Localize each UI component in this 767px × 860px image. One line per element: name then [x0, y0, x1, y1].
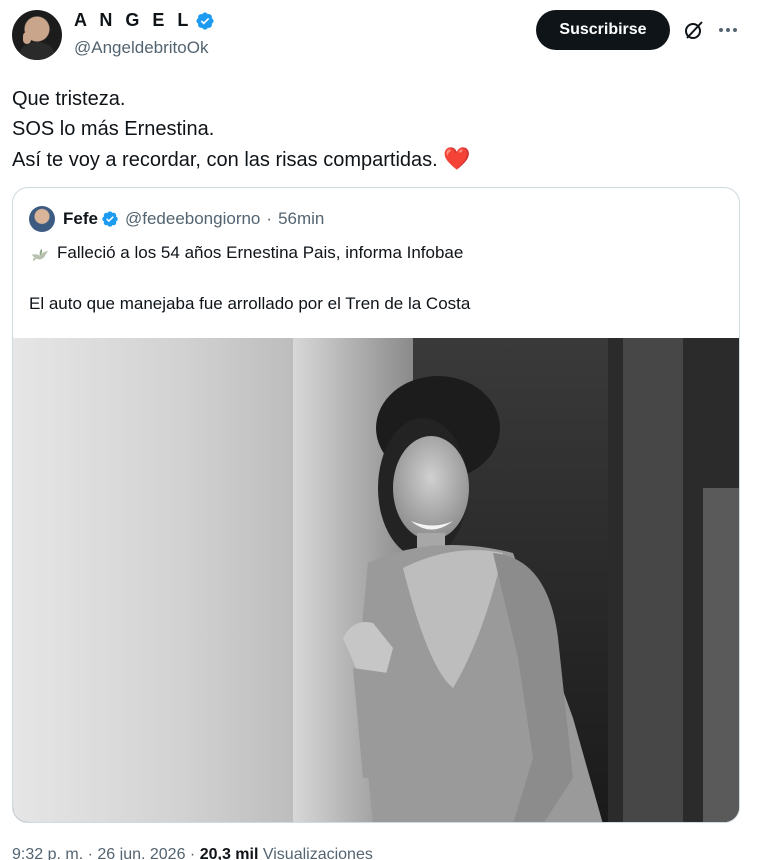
quoted-tweet[interactable]: Fefe @fedeebongiorno · 56min Falleció a …	[12, 187, 740, 823]
dove-emoji-icon	[31, 248, 49, 262]
heart-emoji: ❤️	[443, 146, 471, 171]
tweet-line-1: Que tristeza.	[12, 88, 126, 110]
meta-separator-2: ·	[189, 846, 196, 860]
grok-icon[interactable]	[682, 18, 706, 42]
tweet-header: A N G E L @AngeldebritoOk Suscribirse	[0, 0, 767, 70]
meta-separator-1: ·	[87, 846, 93, 860]
subscribe-button[interactable]: Suscribirse	[536, 10, 670, 50]
quoted-photo[interactable]	[13, 338, 740, 823]
quoted-time: 56min	[278, 209, 325, 228]
quoted-text-line-2: El auto que manejaba fue arrollado por e…	[29, 294, 471, 313]
tweet-line-2: SOS lo más Ernestina.	[12, 118, 215, 140]
tweet-time[interactable]: 9:32 p. m.	[12, 846, 83, 860]
quoted-text-line-1: Falleció a los 54 años Ernestina Pais, i…	[29, 242, 463, 264]
quoted-separator: ·	[266, 209, 273, 228]
author-avatar[interactable]	[12, 10, 62, 60]
quoted-avatar	[29, 206, 55, 232]
quoted-header: Fefe @fedeebongiorno · 56min	[29, 206, 324, 232]
tweet-body: Que tristeza. SOS lo más Ernestina. Así …	[12, 84, 471, 175]
author-name-row: A N G E L	[74, 10, 215, 31]
quoted-headline: Falleció a los 54 años Ernestina Pais, i…	[57, 243, 464, 262]
author-name[interactable]: A N G E L	[74, 10, 192, 31]
verified-badge-icon	[196, 11, 214, 30]
author-handle[interactable]: @AngeldebritoOk	[74, 38, 208, 58]
more-options-icon[interactable]	[716, 18, 740, 42]
tweet-line-3: Así te voy a recordar, con las risas com…	[12, 144, 471, 175]
tweet-line-3-text: Así te voy a recordar, con las risas com…	[12, 149, 438, 171]
views-count: 20,3 mil	[199, 846, 259, 860]
quoted-author-handle: @fedeebongiorno	[124, 209, 261, 228]
tweet-meta: 9:32 p. m. · 26 jun. 2026 · 20,3 mil Vis…	[12, 846, 373, 860]
quoted-author-name: Fefe	[63, 209, 98, 228]
verified-badge-icon	[102, 211, 118, 227]
views-label: Visualizaciones	[262, 846, 373, 860]
tweet-date[interactable]: 26 jun. 2026	[97, 846, 185, 860]
